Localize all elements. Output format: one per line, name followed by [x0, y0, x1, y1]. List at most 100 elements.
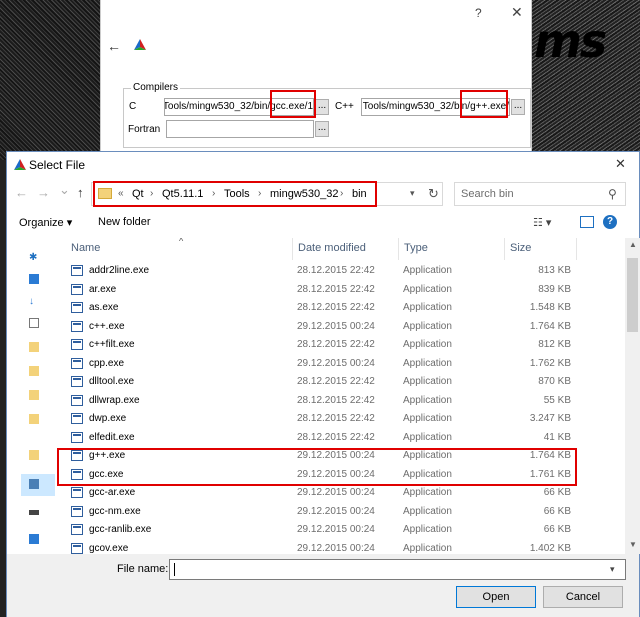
- cancel-button[interactable]: Cancel: [543, 586, 623, 608]
- file-row[interactable]: dllwrap.exe 28.12.2015 22:42 Application 55…: [65, 392, 625, 410]
- application-icon: [71, 283, 83, 295]
- file-name: gcov.exe: [89, 542, 129, 554]
- file-row[interactable]: gcc-nm.exe 29.12.2015 00:24 Application 66 …: [65, 503, 625, 521]
- folder-icon[interactable]: [29, 450, 39, 460]
- file-size: 813 KB: [538, 265, 571, 276]
- folder-icon[interactable]: [29, 342, 39, 352]
- column-divider[interactable]: [576, 238, 577, 260]
- file-size: 1.548 KB: [529, 302, 571, 313]
- drive-icon[interactable]: [29, 510, 39, 515]
- file-type: Application: [403, 505, 452, 517]
- file-date-modified: 28.12.2015 22:42: [297, 265, 375, 276]
- file-date-modified: 28.12.2015 22:42: [297, 376, 375, 387]
- vertical-scrollbar[interactable]: ▲ ▼: [625, 238, 640, 554]
- back-arrow-icon[interactable]: ←: [107, 38, 121, 54]
- file-row[interactable]: dlltool.exe 28.12.2015 22:42 Application 87…: [65, 373, 625, 391]
- recent-locations-icon[interactable]: ⌄: [59, 182, 70, 198]
- file-row[interactable]: c++filt.exe 28.12.2015 22:42 Application 81…: [65, 336, 625, 354]
- desktop-background-left: [0, 0, 100, 160]
- desktop-icon[interactable]: [29, 274, 39, 284]
- file-name: as.exe: [89, 302, 119, 313]
- this-pc-icon[interactable]: [29, 479, 39, 489]
- network-icon[interactable]: [29, 534, 39, 544]
- search-placeholder: Search bin: [461, 188, 514, 200]
- gpp-gcc-highlight-box: [57, 448, 577, 486]
- file-name: addr2line.exe: [89, 265, 150, 276]
- fortran-compiler-browse-button[interactable]: ...: [315, 121, 329, 137]
- back-icon[interactable]: ←: [15, 185, 28, 200]
- chevron-down-icon[interactable]: ▾: [610, 564, 615, 575]
- background-brand-text: ms: [534, 14, 607, 68]
- file-row[interactable]: c++.exe 29.12.2015 00:24 Application 1.764 …: [65, 318, 625, 336]
- gpp-highlight-box: [460, 90, 508, 118]
- fortran-compiler-field[interactable]: [166, 120, 314, 138]
- file-type: Application: [403, 357, 452, 369]
- cpp-compiler-browse-button[interactable]: ...: [511, 99, 525, 115]
- file-row[interactable]: cpp.exe 29.12.2015 00:24 Application 1.762 …: [65, 355, 625, 373]
- close-icon[interactable]: ✕: [511, 4, 523, 21]
- file-row[interactable]: gcc-ranlib.exe 29.12.2015 00:24 Applicatio…: [65, 521, 625, 539]
- file-row[interactable]: gcov.exe 29.12.2015 00:24 Application 1.402…: [65, 540, 625, 555]
- new-folder-button[interactable]: New folder: [98, 216, 151, 228]
- file-row[interactable]: addr2line.exe 28.12.2015 22:42 Application…: [65, 262, 625, 280]
- scroll-down-icon[interactable]: ▼: [629, 540, 637, 549]
- column-date-modified[interactable]: Date modified: [298, 242, 366, 254]
- file-row[interactable]: as.exe 28.12.2015 22:42 Application 1.548 K…: [65, 299, 625, 317]
- application-icon: [71, 302, 83, 313]
- scroll-up-icon[interactable]: ▲: [629, 240, 637, 249]
- file-name: c++.exe: [89, 320, 125, 332]
- search-icon: ⚲: [608, 187, 617, 201]
- application-icon: [71, 394, 83, 406]
- application-icon: [71, 320, 83, 332]
- c-compiler-browse-button[interactable]: ...: [315, 99, 329, 115]
- documents-icon[interactable]: [29, 318, 39, 328]
- file-row[interactable]: ar.exe 28.12.2015 22:42 Application 839 KB: [65, 281, 625, 299]
- navigation-pane[interactable]: ✱ ↓: [7, 238, 55, 554]
- file-list[interactable]: ^ Name Date modified Type Size addr2line…: [55, 238, 625, 554]
- organize-button[interactable]: Organize ▾: [19, 216, 72, 229]
- file-date-modified: 28.12.2015 22:42: [297, 283, 375, 295]
- folder-icon[interactable]: [29, 414, 39, 424]
- file-name-input[interactable]: ▾: [169, 559, 626, 580]
- downloads-icon[interactable]: ↓: [29, 296, 39, 307]
- dialog-title: Select File: [29, 158, 86, 172]
- compiler-settings-window: ? ✕ ← Compilers C 1/Tools/mingw530_32/bi…: [100, 0, 532, 160]
- sort-ascending-icon: ^: [179, 238, 184, 246]
- file-size: 1.764 KB: [529, 320, 571, 332]
- search-box[interactable]: Search bin ⚲: [454, 182, 626, 206]
- select-file-dialog: Select File ✕ ← → ⌄ ↑ « Qt › Qt5.11.1 › …: [6, 151, 640, 617]
- preview-pane-icon[interactable]: [580, 216, 594, 228]
- dialog-toolbar: Organize ▾ New folder ☷ ▾ ?: [7, 210, 639, 236]
- scrollbar-thumb[interactable]: [627, 258, 638, 332]
- application-icon: [71, 505, 83, 517]
- file-row[interactable]: dwp.exe 28.12.2015 22:42 Application 3.247 …: [65, 410, 625, 428]
- folder-icon[interactable]: [29, 366, 39, 376]
- column-size[interactable]: Size: [510, 242, 531, 254]
- file-name-label: File name:: [117, 563, 169, 575]
- file-row[interactable]: elfedit.exe 28.12.2015 22:42 Application 41…: [65, 429, 625, 447]
- change-view-icon[interactable]: ☷ ▾: [533, 216, 551, 229]
- application-icon: [71, 524, 83, 535]
- open-button[interactable]: Open: [456, 586, 536, 608]
- application-icon: [71, 487, 83, 498]
- file-type: Application: [403, 413, 452, 424]
- file-size: 66 KB: [543, 487, 571, 498]
- file-date-modified: 29.12.2015 00:24: [297, 505, 375, 517]
- compilers-group-title: Compilers: [131, 82, 181, 93]
- column-name[interactable]: Name: [71, 242, 100, 254]
- address-dropdown-icon[interactable]: ▾: [410, 188, 415, 199]
- forward-icon[interactable]: →: [37, 185, 50, 200]
- help-icon[interactable]: ?: [603, 215, 617, 229]
- column-divider[interactable]: [398, 238, 399, 260]
- column-divider[interactable]: [292, 238, 293, 260]
- help-icon[interactable]: ?: [475, 6, 482, 20]
- refresh-icon[interactable]: ↻: [428, 186, 439, 202]
- column-type[interactable]: Type: [404, 242, 428, 254]
- folder-icon[interactable]: [29, 390, 39, 400]
- quick-access-icon[interactable]: ✱: [29, 252, 39, 263]
- up-folder-icon[interactable]: ↑: [77, 185, 84, 200]
- file-name: gcc-ranlib.exe: [89, 524, 152, 535]
- column-divider[interactable]: [504, 238, 505, 260]
- dialog-close-icon[interactable]: ✕: [615, 156, 626, 172]
- file-row[interactable]: gcc-ar.exe 29.12.2015 00:24 Application 66 …: [65, 484, 625, 502]
